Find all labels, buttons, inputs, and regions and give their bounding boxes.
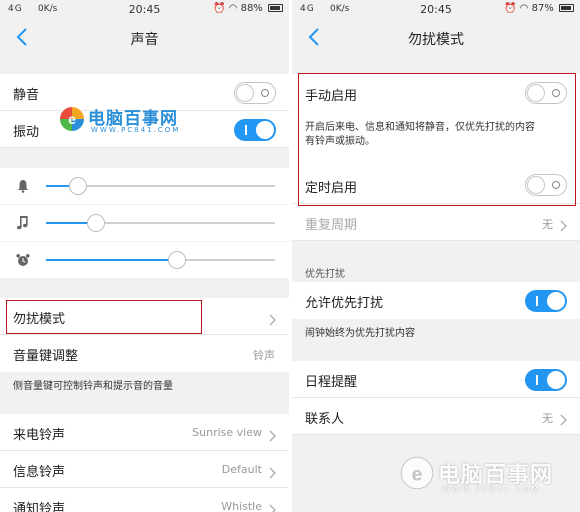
manual-note-line1: 开启后来电、信息和通知将静音，仅优先打扰的内容: [305, 122, 535, 133]
mute-toggle[interactable]: [234, 82, 276, 104]
svg-text:e: e: [68, 111, 76, 127]
contacts-label: 联系人: [305, 412, 345, 427]
scheduled-enable-label: 定时启用: [305, 181, 358, 196]
calendar-reminder-row[interactable]: 日程提醒: [292, 361, 580, 398]
ringtone-row[interactable]: 来电铃声 Sunrise view: [0, 414, 289, 451]
manual-enable-label: 手动启用: [305, 89, 358, 104]
alarm-status-icon: ⏰: [504, 3, 517, 14]
manual-enable-row[interactable]: 手动启用 开启后来电、信息和通知将静音，仅优先打扰的内容 有铃声或振动。: [292, 74, 580, 167]
alarm-clock-icon: [16, 254, 30, 266]
chevron-right-icon: [267, 501, 277, 512]
dnd-label: 勿扰模式: [13, 312, 66, 327]
message-tone-label: 信息铃声: [13, 465, 66, 480]
ringer-volume-thumb[interactable]: [69, 177, 88, 195]
battery-percent: 88%: [240, 3, 263, 14]
repeat-value: 无: [542, 218, 553, 231]
chevron-right-icon: [267, 311, 277, 326]
ringer-volume-slider[interactable]: [46, 177, 275, 195]
calendar-reminder-toggle[interactable]: [525, 369, 567, 391]
message-tone-row[interactable]: 信息铃声 Default: [0, 451, 289, 488]
allow-priority-label: 允许优先打扰: [305, 296, 384, 311]
notify-tone-value: Whistle: [221, 500, 262, 512]
mute-label: 静音: [13, 88, 40, 103]
repeat-row[interactable]: 重复周期 无: [292, 204, 580, 241]
title-bar: 声音: [0, 20, 289, 56]
scheduled-enable-row[interactable]: 定时启用: [292, 167, 580, 204]
notify-tone-row[interactable]: 通知铃声 Whistle: [0, 488, 289, 512]
alarm-volume-thumb[interactable]: [167, 251, 186, 269]
svg-text:e: e: [412, 463, 423, 485]
alarm-volume-slider[interactable]: [46, 251, 275, 269]
brand-logo-icon: e: [59, 106, 85, 132]
vibrate-label: 振动: [13, 125, 40, 140]
alarm-note: 闹钟始终为优先打扰内容: [305, 328, 415, 339]
status-bar: 4G 0K/s 20:45 ⏰ ◠ 87%: [292, 0, 580, 20]
message-tone-value: Default: [221, 463, 262, 476]
contacts-value: 无: [542, 412, 553, 425]
chevron-right-icon: [267, 427, 277, 442]
volume-key-row[interactable]: 音量键调整 铃声: [0, 335, 289, 372]
volume-key-label: 音量键调整: [13, 349, 79, 364]
notify-tone-label: 通知铃声: [13, 502, 66, 512]
ringtone-value: Sunrise view: [192, 426, 262, 439]
watermark-url: WWW.PC841.COM: [91, 126, 181, 134]
alarm-status-icon: ⏰: [213, 3, 226, 14]
dnd-row[interactable]: 勿扰模式: [0, 298, 289, 335]
status-bar: 4G 0K/s 20:45 ⏰ ◠ 88%: [0, 0, 289, 20]
manual-note-line2: 有铃声或振动。: [305, 136, 375, 147]
ringtone-label: 来电铃声: [13, 428, 66, 443]
media-volume-slider[interactable]: [46, 214, 275, 232]
page-title: 勿扰模式: [408, 32, 464, 48]
wifi-icon: ◠: [519, 3, 529, 14]
status-right: ⏰ ◠ 87%: [504, 3, 574, 14]
page-title: 声音: [130, 32, 159, 48]
scheduled-enable-toggle[interactable]: [525, 174, 567, 196]
manual-enable-toggle[interactable]: [525, 82, 567, 104]
ringer-volume-row: [0, 168, 289, 204]
bell-icon: [18, 180, 28, 193]
sound-settings-screen: 4G 0K/s 20:45 ⏰ ◠ 88% 声音 静音 振动 勿扰模式 音量键调…: [0, 0, 289, 512]
chevron-right-icon: [267, 464, 277, 479]
status-right: ⏰ ◠ 88%: [213, 3, 283, 14]
battery-icon: [559, 4, 574, 12]
battery-percent: 87%: [531, 3, 554, 14]
vibrate-toggle[interactable]: [234, 119, 276, 141]
allow-priority-toggle[interactable]: [525, 290, 567, 312]
contacts-row[interactable]: 联系人 无: [292, 398, 580, 435]
volume-key-value: 铃声: [253, 349, 275, 362]
chevron-right-icon: [558, 411, 568, 426]
media-volume-row: [0, 205, 289, 241]
repeat-label: 重复周期: [305, 218, 358, 233]
title-bar: 勿扰模式: [292, 20, 580, 56]
battery-icon: [268, 4, 283, 12]
media-volume-thumb[interactable]: [87, 214, 106, 232]
wifi-icon: ◠: [228, 3, 238, 14]
watermark-logo-right: e 电脑百事网 WWW.PC841.COM: [400, 455, 575, 505]
priority-section-label: 优先打扰: [305, 269, 345, 280]
watermark-url: WWW.PC841.COM: [442, 485, 541, 494]
allow-priority-row[interactable]: 允许优先打扰: [292, 282, 580, 319]
calendar-reminder-label: 日程提醒: [305, 375, 358, 390]
brand-logo-icon: e: [400, 456, 434, 490]
volume-key-note: 侧音量键可控制铃声和提示音的音量: [13, 381, 173, 392]
chevron-right-icon: [558, 217, 568, 232]
dnd-settings-screen: 4G 0K/s 20:45 ⏰ ◠ 87% 勿扰模式 手动启用 开启后来电、信息…: [292, 0, 580, 512]
watermark-logo-left: e 电脑百事网 WWW.PC841.COM: [58, 103, 208, 139]
alarm-volume-row: [0, 242, 289, 278]
music-note-icon: [16, 216, 28, 230]
